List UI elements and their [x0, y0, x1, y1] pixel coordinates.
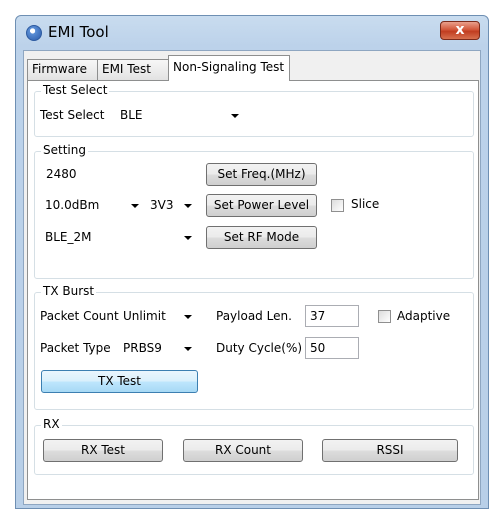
close-button[interactable]: x	[440, 21, 480, 40]
slice-label: Slice	[351, 197, 380, 211]
rx-group: RX RX Test RX Count RSSI	[34, 417, 474, 475]
selected-value: BLE_2M	[45, 230, 92, 244]
title-bar[interactable]: EMI Tool x	[16, 16, 488, 50]
window-title: EMI Tool	[48, 23, 109, 41]
payload-len-label: Payload Len.	[216, 309, 292, 323]
frequency-field[interactable]: 2480	[41, 163, 199, 185]
adaptive-label: Adaptive	[397, 309, 451, 323]
set-freq-button[interactable]: Set Freq.(MHz)	[206, 163, 317, 186]
selected-value: 3V3	[150, 198, 174, 212]
tab-emi-test[interactable]: EMI Test	[97, 59, 169, 80]
chevron-down-icon	[131, 204, 139, 208]
slice-checkbox[interactable]	[331, 199, 344, 212]
group-title: RX	[41, 417, 62, 431]
adaptive-checkbox[interactable]	[378, 310, 391, 323]
rx-test-button[interactable]: RX Test	[43, 439, 163, 462]
set-power-level-button[interactable]: Set Power Level	[206, 194, 317, 217]
selected-value: 10.0dBm	[45, 198, 100, 212]
packet-count-dropdown[interactable]: Unlimit	[119, 305, 199, 327]
group-title: Setting	[41, 143, 88, 157]
tab-panel: Test Select Test Select BLE Setting 2480…	[27, 80, 479, 500]
selected-value: PRBS9	[123, 341, 162, 355]
app-icon	[26, 25, 42, 41]
voltage-dropdown[interactable]: 3V3	[146, 194, 199, 216]
chevron-down-icon	[184, 315, 192, 319]
chevron-down-icon	[231, 114, 239, 118]
duty-cycle-field[interactable]: 50	[305, 337, 359, 359]
packet-type-label: Packet Type	[40, 341, 111, 355]
tab-non-signaling-test[interactable]: Non-Signaling Test	[168, 55, 290, 81]
client-area: Firmware EMI Test Non-Signaling Test Tes…	[23, 50, 481, 505]
chevron-down-icon	[184, 204, 192, 208]
group-title: Test Select	[41, 83, 110, 97]
setting-group: Setting 2480 Set Freq.(MHz) 10.0dBm 3V3 …	[34, 143, 474, 279]
group-title: TX Burst	[41, 284, 97, 298]
selected-value: BLE	[120, 108, 143, 122]
packet-count-label: Packet Count	[40, 309, 119, 323]
selected-value: Unlimit	[123, 309, 166, 323]
payload-len-field[interactable]: 37	[305, 305, 359, 327]
tx-burst-group: TX Burst Packet Count Unlimit Payload Le…	[34, 284, 474, 410]
chevron-down-icon	[184, 236, 192, 240]
tab-firmware[interactable]: Firmware	[27, 59, 98, 80]
duty-cycle-label: Duty Cycle(%)	[216, 341, 303, 355]
test-select-group: Test Select Test Select BLE	[34, 83, 474, 137]
packet-type-dropdown[interactable]: PRBS9	[119, 337, 199, 359]
test-select-dropdown[interactable]: BLE	[116, 104, 246, 126]
power-level-dropdown[interactable]: 10.0dBm	[41, 194, 146, 216]
app-window: EMI Tool x Firmware EMI Test Non-Signali…	[15, 15, 489, 509]
rssi-button[interactable]: RSSI	[322, 439, 458, 462]
test-select-label: Test Select	[40, 108, 105, 122]
set-rf-mode-button[interactable]: Set RF Mode	[206, 226, 317, 249]
close-icon: x	[455, 22, 465, 38]
chevron-down-icon	[184, 347, 192, 351]
rf-mode-dropdown[interactable]: BLE_2M	[41, 226, 199, 248]
rx-count-button[interactable]: RX Count	[183, 439, 303, 462]
tx-test-button[interactable]: TX Test	[41, 370, 198, 393]
